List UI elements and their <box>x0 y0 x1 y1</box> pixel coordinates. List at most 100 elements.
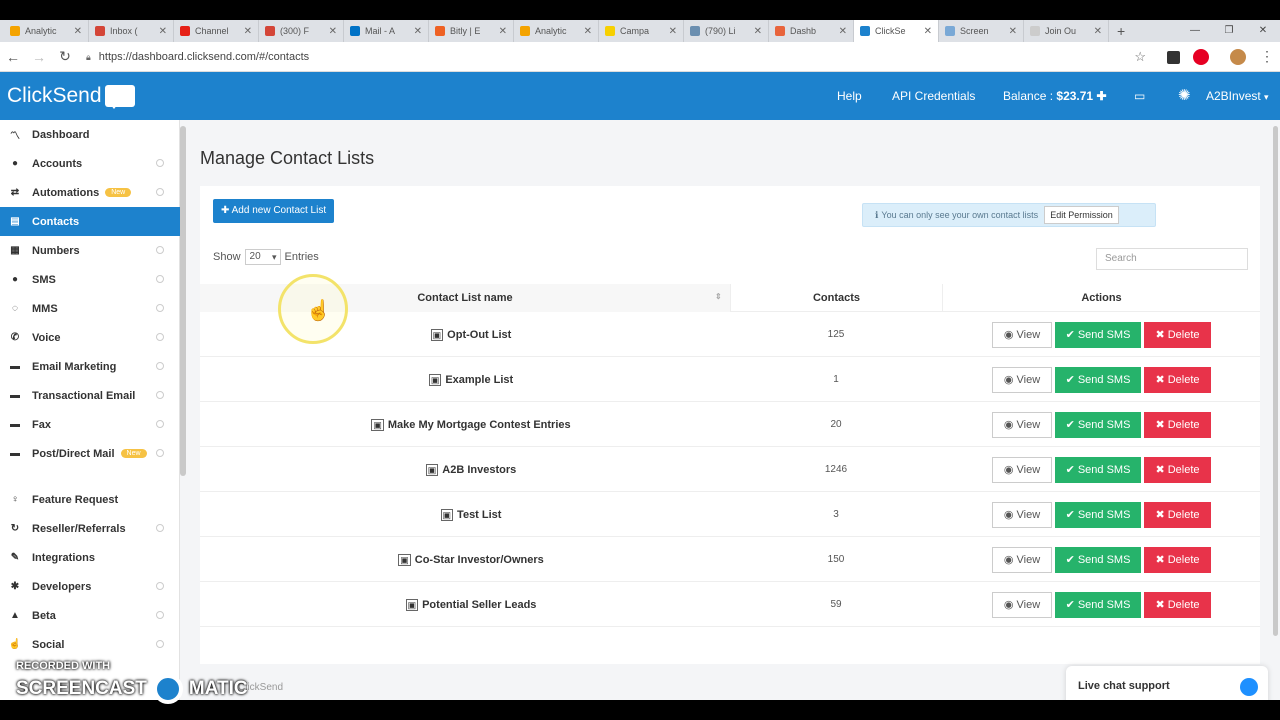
pinterest-extension-icon[interactable] <box>1193 49 1209 65</box>
view-button[interactable]: ◉ View <box>992 592 1052 618</box>
maximize-icon[interactable]: ❐ <box>1212 20 1246 42</box>
add-balance-icon[interactable]: ✚ <box>1096 89 1106 103</box>
close-window-icon[interactable]: ✕ <box>1246 20 1280 42</box>
messages-icon[interactable]: ▭ <box>1134 72 1145 120</box>
contact-list-name[interactable]: ▣ Make My Mortgage Contest Entries <box>200 419 742 431</box>
view-button[interactable]: ◉ View <box>992 457 1052 483</box>
sidebar-item-email-marketing[interactable]: ▬ Email Marketing <box>0 352 180 381</box>
sidebar-item-voice[interactable]: ✆ Voice <box>0 323 180 352</box>
contact-list-name[interactable]: ▣ Opt-Out List <box>200 329 742 341</box>
sidebar-item-numbers[interactable]: ▦ Numbers <box>0 236 180 265</box>
api-credentials-link[interactable]: API Credentials <box>892 72 975 120</box>
send-sms-button[interactable]: ✔ Send SMS <box>1055 322 1141 348</box>
close-tab-icon[interactable]: ✕ <box>754 26 762 37</box>
minimize-icon[interactable]: — <box>1178 20 1212 42</box>
delete-button[interactable]: ✖ Delete <box>1144 547 1211 573</box>
send-sms-button[interactable]: ✔ Send SMS <box>1055 412 1141 438</box>
close-tab-icon[interactable]: ✕ <box>839 26 847 37</box>
contact-list-name[interactable]: ▣ A2B Investors <box>200 464 742 476</box>
delete-button[interactable]: ✖ Delete <box>1144 367 1211 393</box>
edit-permission-button[interactable]: Edit Permission <box>1044 206 1119 224</box>
view-button[interactable]: ◉ View <box>992 322 1052 348</box>
close-tab-icon[interactable]: ✕ <box>414 26 422 37</box>
view-button[interactable]: ◉ View <box>992 367 1052 393</box>
delete-button[interactable]: ✖ Delete <box>1144 457 1211 483</box>
balance[interactable]: Balance : $23.71 ✚ <box>1003 72 1107 120</box>
add-contact-list-button[interactable]: ✚ Add new Contact List <box>213 199 335 223</box>
sidebar-item-automations[interactable]: ⇄ Automations New <box>0 178 180 207</box>
close-tab-icon[interactable]: ✕ <box>669 26 677 37</box>
send-sms-button[interactable]: ✔ Send SMS <box>1055 547 1141 573</box>
search-input[interactable]: Search <box>1096 248 1248 270</box>
sidebar-item-post-direct-mail[interactable]: ▬ Post/Direct Mail New <box>0 439 180 468</box>
delete-button[interactable]: ✖ Delete <box>1144 592 1211 618</box>
close-tab-icon[interactable]: ✕ <box>584 26 592 37</box>
sidebar-item-reseller-referrals[interactable]: ↻ Reseller/Referrals <box>0 514 180 543</box>
contact-list-name[interactable]: ▣ Test List <box>200 509 742 521</box>
sidebar-item-integrations[interactable]: ✎ Integrations <box>0 543 180 572</box>
sidebar-item-social[interactable]: ☝ Social <box>0 630 180 659</box>
sidebar-item-beta[interactable]: ▲ Beta <box>0 601 180 630</box>
close-tab-icon[interactable]: ✕ <box>74 26 82 37</box>
browser-tab[interactable]: Inbox (✕ <box>89 20 174 42</box>
close-tab-icon[interactable]: ✕ <box>244 26 252 37</box>
sidebar-item-dashboard[interactable]: 〽 Dashboard <box>0 120 180 149</box>
sidebar-item-fax[interactable]: ▬ Fax <box>0 410 180 439</box>
back-icon[interactable]: ← <box>0 49 26 65</box>
close-tab-icon[interactable]: ✕ <box>499 26 507 37</box>
view-button[interactable]: ◉ View <box>992 502 1052 528</box>
delete-button[interactable]: ✖ Delete <box>1144 322 1211 348</box>
browser-tab[interactable]: (300) F ✕ <box>259 20 344 42</box>
contact-list-name[interactable]: ▣ Co-Star Investor/Owners <box>200 554 742 566</box>
browser-tab[interactable]: Join Ou ✕ <box>1024 20 1109 42</box>
view-button[interactable]: ◉ View <box>992 412 1052 438</box>
entries-select[interactable]: 20 <box>244 249 281 265</box>
close-tab-icon[interactable]: ✕ <box>1094 26 1102 37</box>
delete-button[interactable]: ✖ Delete <box>1144 502 1211 528</box>
delete-button[interactable]: ✖ Delete <box>1144 412 1211 438</box>
browser-menu-icon[interactable]: ⋮ <box>1260 48 1274 65</box>
browser-tab[interactable]: Dashb ✕ <box>769 20 854 42</box>
main-scrollbar[interactable] <box>1273 126 1278 636</box>
browser-tab[interactable]: ClickSe ✕ <box>854 20 939 42</box>
new-tab-icon[interactable]: + <box>1117 23 1125 39</box>
profile-avatar-icon[interactable] <box>1230 49 1246 65</box>
browser-tab[interactable]: Mail - A ✕ <box>344 20 429 42</box>
contact-list-name[interactable]: ▣ Potential Seller Leads <box>200 599 742 611</box>
clicksend-logo[interactable]: ClickSend <box>0 72 187 120</box>
send-sms-button[interactable]: ✔ Send SMS <box>1055 367 1141 393</box>
browser-tab[interactable]: (790) Li ✕ <box>684 20 769 42</box>
send-sms-button[interactable]: ✔ Send SMS <box>1055 502 1141 528</box>
chat-icon[interactable] <box>1240 678 1258 696</box>
browser-tab[interactable]: Screen ✕ <box>939 20 1024 42</box>
sidebar-item-feature-request[interactable]: ♀ Feature Request <box>0 485 180 514</box>
reload-icon[interactable]: ↻ <box>52 48 78 65</box>
contact-list-name[interactable]: ▣ Example List <box>200 374 742 386</box>
close-tab-icon[interactable]: ✕ <box>1009 26 1017 37</box>
browser-tab[interactable]: Campa ✕ <box>599 20 684 42</box>
send-sms-button[interactable]: ✔ Send SMS <box>1055 592 1141 618</box>
sidebar-item-mms[interactable]: ◌ MMS <box>0 294 180 323</box>
account-menu[interactable]: A2BInvest ▾ <box>1206 72 1269 120</box>
send-sms-button[interactable]: ✔ Send SMS <box>1055 457 1141 483</box>
url-field[interactable]: 🔒︎ https://dashboard.clicksend.com/#/con… <box>86 47 1146 67</box>
close-tab-icon[interactable]: ✕ <box>924 26 932 37</box>
browser-tab[interactable]: Analytic ✕ <box>4 20 89 42</box>
forward-icon[interactable]: → <box>26 49 52 65</box>
browser-tab[interactable]: Analytic ✕ <box>514 20 599 42</box>
sidebar-item-contacts[interactable]: ▤ Contacts <box>0 207 180 236</box>
layers-extension-icon[interactable] <box>1167 51 1180 64</box>
close-tab-icon[interactable]: ✕ <box>159 26 167 37</box>
browser-tab[interactable]: Bitly | E ✕ <box>429 20 514 42</box>
sidebar-item-accounts[interactable]: ● Accounts <box>0 149 180 178</box>
help-link[interactable]: Help <box>837 72 862 120</box>
close-tab-icon[interactable]: ✕ <box>329 26 337 37</box>
sidebar-item-transactional-email[interactable]: ▬ Transactional Email <box>0 381 180 410</box>
sort-icon[interactable]: ⇕ <box>715 292 722 301</box>
sidebar-item-sms[interactable]: ● SMS <box>0 265 180 294</box>
sidebar-scrollbar[interactable] <box>180 126 186 476</box>
browser-tab[interactable]: Channel ✕ <box>174 20 259 42</box>
bookmark-star-icon[interactable]: ☆ <box>1134 49 1146 65</box>
sidebar-item-developers[interactable]: ✱ Developers <box>0 572 180 601</box>
view-button[interactable]: ◉ View <box>992 547 1052 573</box>
